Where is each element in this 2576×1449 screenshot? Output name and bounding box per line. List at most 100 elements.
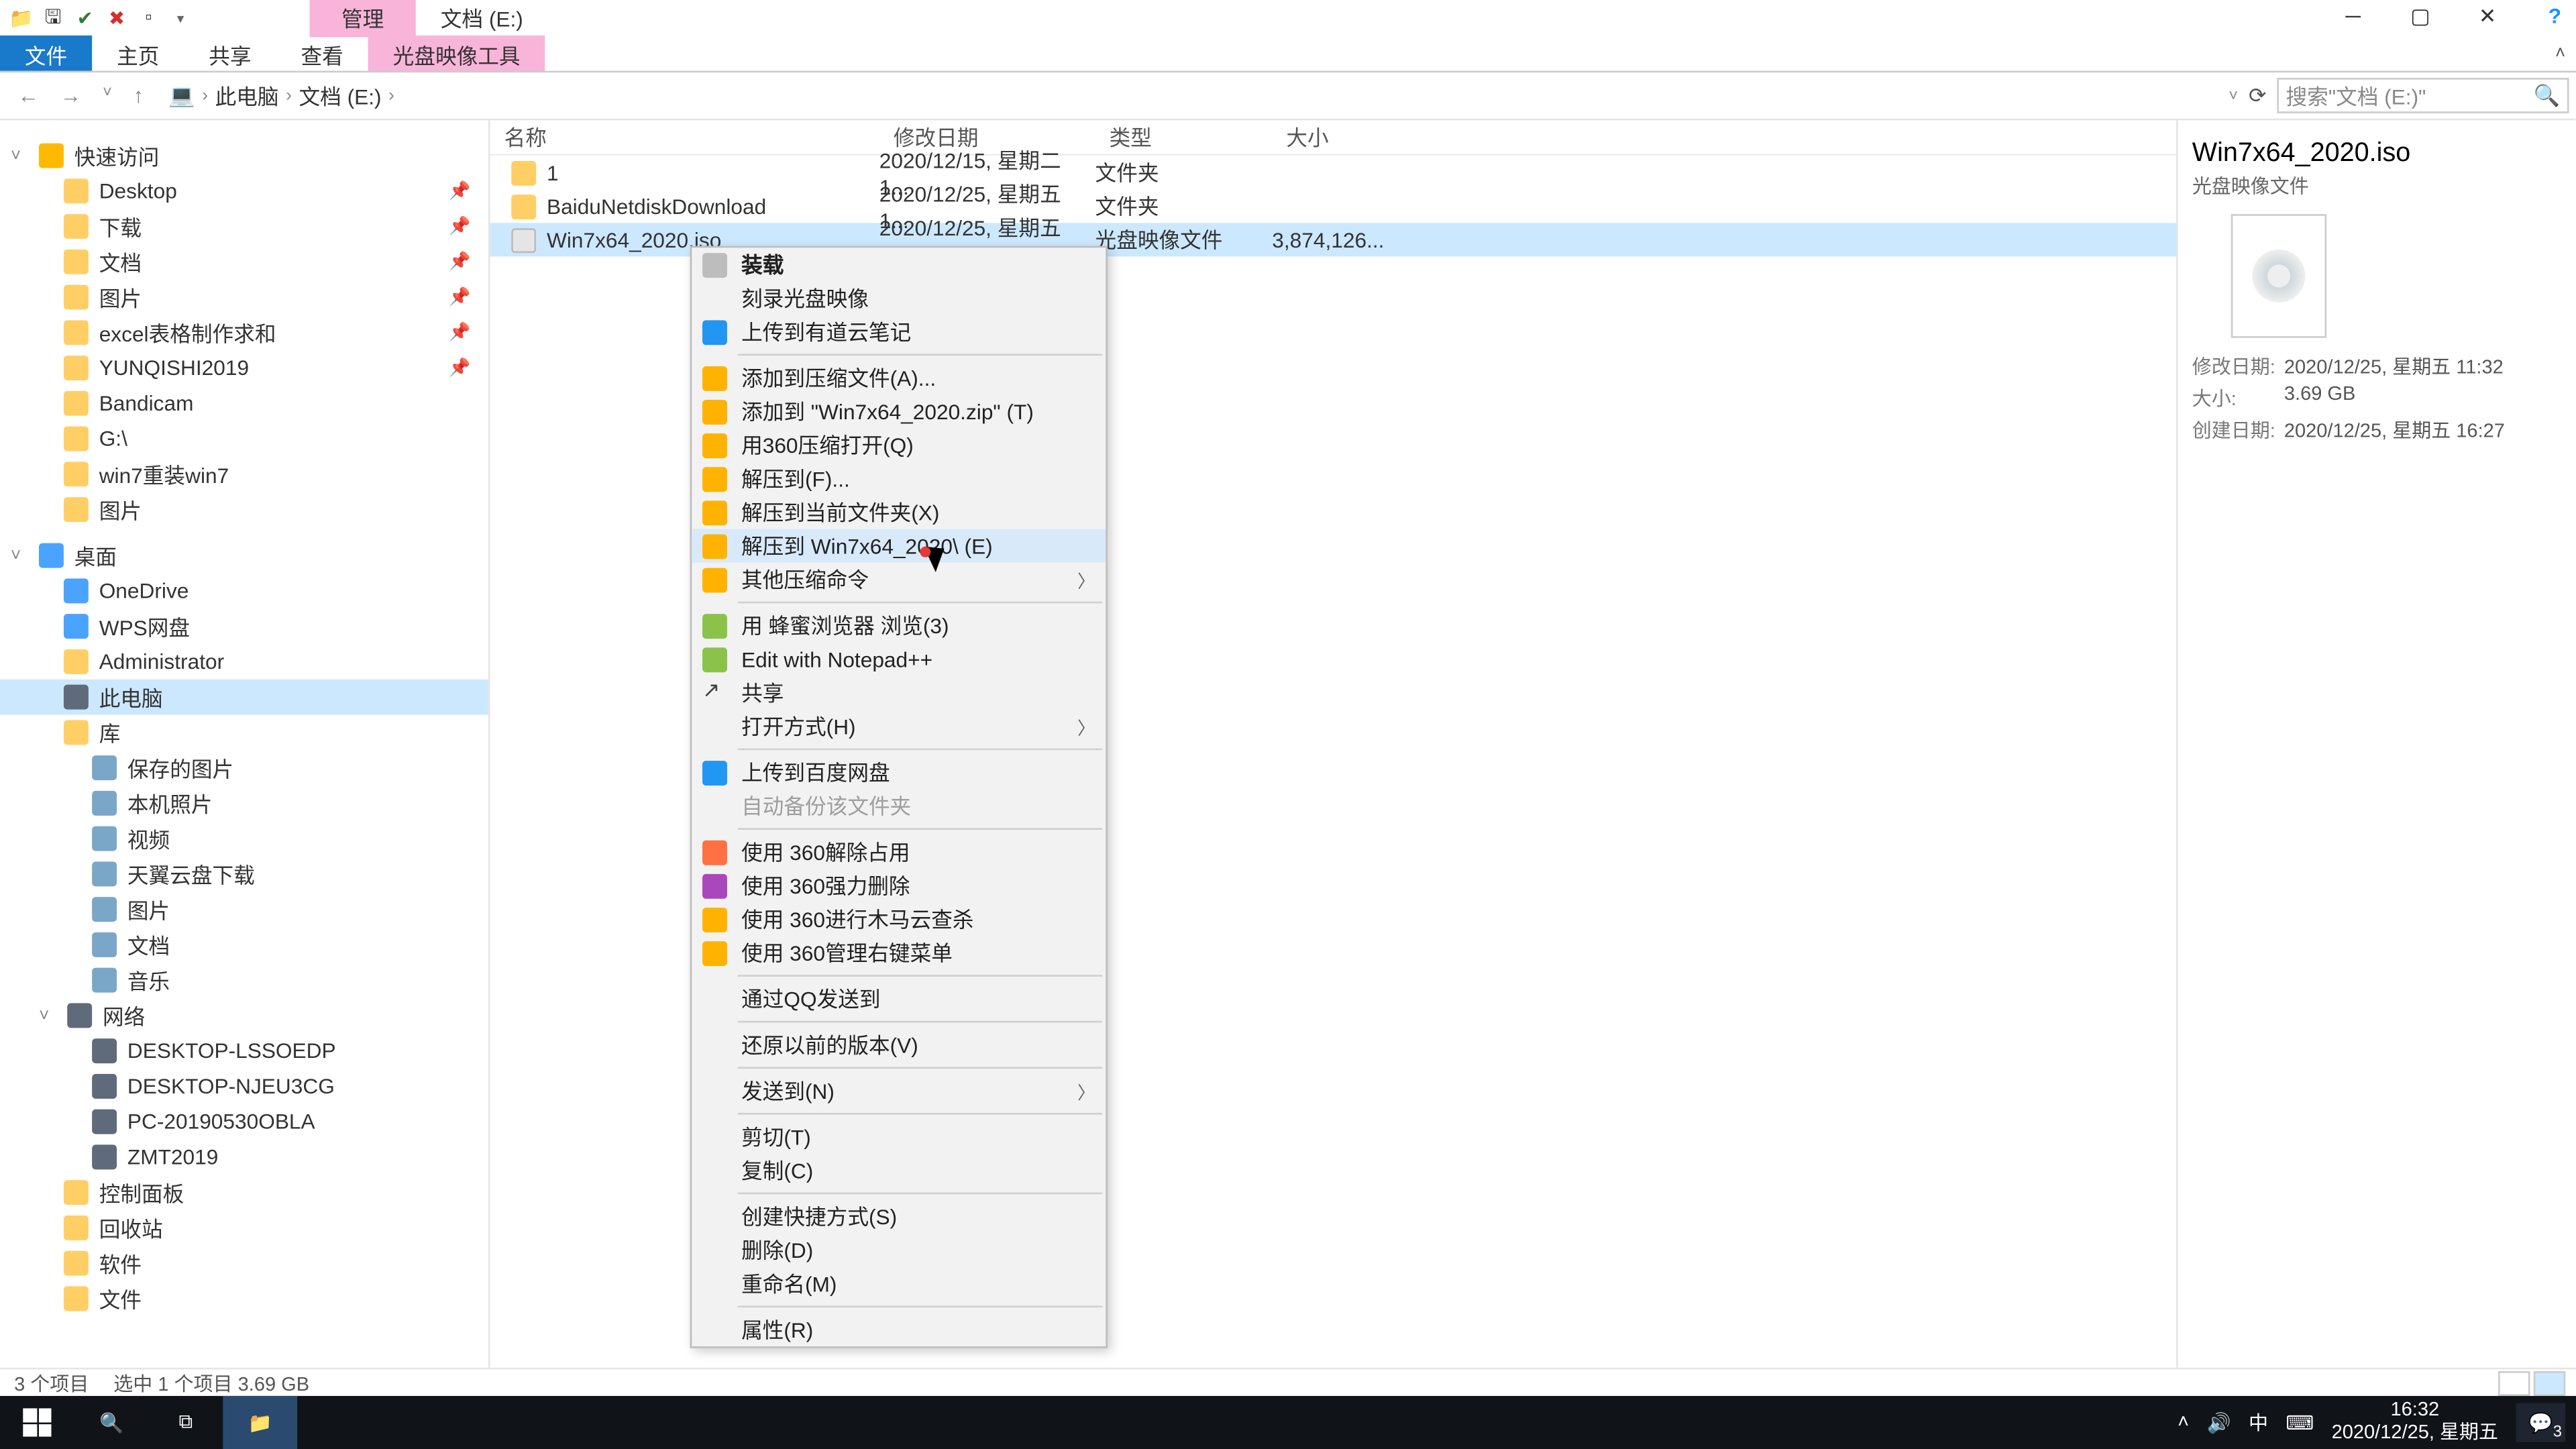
tree-item[interactable]: 文档📌 (0, 244, 488, 280)
tray-overflow-icon[interactable]: ˄ (2178, 1412, 2189, 1434)
address-dropdown-icon[interactable]: ˅ (2229, 87, 2238, 104)
tree-item[interactable]: 文档 (0, 927, 488, 963)
context-menu-item[interactable]: 刻录光盘映像 (692, 281, 1106, 315)
tree-item[interactable]: 回收站 (0, 1210, 488, 1246)
tree-item[interactable]: 保存的图片 (0, 750, 488, 786)
context-menu-item[interactable]: Edit with Notepad++ (692, 642, 1106, 676)
context-menu-item[interactable]: 使用 360强力删除 (692, 869, 1106, 902)
maximize-button[interactable]: ▢ (2403, 3, 2438, 28)
tree-item[interactable]: 库 (0, 715, 488, 751)
tree-item[interactable]: 图片 (0, 892, 488, 927)
tree-item[interactable]: ˅网络 (0, 998, 488, 1033)
ime-icon[interactable]: ⌨ (2286, 1411, 2314, 1434)
context-menu-item[interactable]: 创建快捷方式(S) (692, 1199, 1106, 1233)
search-input[interactable]: 搜索"文档 (E:)" 🔍 (2277, 78, 2569, 113)
close-button[interactable]: ✕ (2470, 3, 2506, 28)
chevron-right-icon[interactable]: › (286, 86, 292, 105)
context-menu-item[interactable]: 复制(C) (692, 1154, 1106, 1187)
context-menu-item[interactable]: 属性(R) (692, 1313, 1106, 1346)
context-menu-item[interactable]: 删除(D) (692, 1233, 1106, 1267)
context-menu-item[interactable]: 共享 (692, 676, 1106, 709)
taskbar-clock[interactable]: 16:32 2020/12/25, 星期五 (2332, 1399, 2498, 1446)
tree-item[interactable]: 文件 (0, 1281, 488, 1316)
tree-item[interactable]: Bandicam (0, 386, 488, 421)
col-type[interactable]: 类型 (1095, 122, 1273, 152)
qat-save-icon[interactable]: 🖫 (39, 3, 67, 32)
context-menu-item[interactable]: 使用 360解除占用 (692, 835, 1106, 869)
context-menu-item[interactable]: 剪切(T) (692, 1120, 1106, 1153)
nav-back-icon[interactable]: ← (17, 83, 39, 108)
context-menu-item[interactable]: 打开方式(H)〉 (692, 710, 1106, 743)
breadcrumb-location[interactable]: 文档 (E:) (299, 80, 382, 111)
col-name[interactable]: 名称 (490, 122, 879, 152)
tree-item[interactable]: 控制面板 (0, 1175, 488, 1210)
context-menu-item[interactable]: 添加到压缩文件(A)... (692, 361, 1106, 394)
taskbar-explorer-button[interactable]: 📁 (223, 1396, 297, 1449)
refresh-icon[interactable]: ⟳ (2249, 83, 2267, 108)
breadcrumb[interactable]: 💻 › 此电脑 › 文档 (E:) › (162, 80, 2229, 111)
context-menu-item[interactable]: 还原以前的版本(V) (692, 1028, 1106, 1061)
help-icon[interactable]: ? (2537, 3, 2573, 28)
breadcrumb-pc[interactable]: 此电脑 (215, 80, 279, 111)
tree-item[interactable]: 图片📌 (0, 280, 488, 315)
tree-item[interactable]: WPS网盘 (0, 608, 488, 644)
ribbon-home-tab[interactable]: 主页 (92, 36, 184, 71)
taskbar-search-button[interactable]: 🔍 (74, 1396, 149, 1449)
tree-item[interactable]: YUNQISHI2019📌 (0, 350, 488, 386)
tree-item[interactable]: ZMT2019 (0, 1139, 488, 1175)
tree-item[interactable]: G:\ (0, 421, 488, 457)
tree-item[interactable]: DESKTOP-NJEU3CG (0, 1069, 488, 1104)
context-menu-item[interactable]: 添加到 "Win7x64_2020.zip" (T) (692, 394, 1106, 428)
context-menu-item[interactable]: 用 蜂蜜浏览器 浏览(3) (692, 608, 1106, 642)
context-menu-item[interactable]: 通过QQ发送到 (692, 982, 1106, 1016)
minimize-button[interactable]: ─ (2335, 3, 2371, 28)
context-menu-item[interactable]: 用360压缩打开(Q) (692, 428, 1106, 462)
col-size[interactable]: 大小 (1272, 122, 1413, 152)
file-row[interactable]: 12020/12/15, 星期二 1...文件夹 (490, 156, 2176, 189)
context-menu-item[interactable]: 解压到 Win7x64_2020\ (E) (692, 529, 1106, 563)
tree-item[interactable]: ˅桌面 (0, 538, 488, 574)
tree-item[interactable]: 此电脑 (0, 680, 488, 715)
start-button[interactable] (0, 1396, 74, 1449)
nav-forward-icon[interactable]: → (60, 83, 82, 108)
qat-new-icon[interactable]: ▫ (134, 3, 162, 32)
action-center-button[interactable]: 💬3 (2516, 1403, 2565, 1442)
tree-item[interactable]: 天翼云盘下载 (0, 857, 488, 892)
tree-item[interactable]: OneDrive (0, 574, 488, 609)
tree-item[interactable]: Administrator (0, 644, 488, 680)
context-menu-item[interactable]: 使用 360进行木马云查杀 (692, 902, 1106, 936)
tree-item[interactable]: win7重装win7 (0, 456, 488, 492)
context-menu-item[interactable]: 解压到当前文件夹(X) (692, 495, 1106, 529)
chevron-right-icon[interactable]: › (202, 86, 208, 105)
context-menu-item[interactable]: 上传到百度网盘 (692, 755, 1106, 789)
context-menu-item[interactable]: 发送到(N)〉 (692, 1074, 1106, 1108)
context-menu-item[interactable]: 上传到有道云笔记 (692, 315, 1106, 348)
search-icon[interactable]: 🔍 (2534, 83, 2560, 108)
tree-item[interactable]: 视频 (0, 821, 488, 857)
volume-icon[interactable]: 🔊 (2206, 1411, 2231, 1434)
ribbon-view-tab[interactable]: 查看 (276, 36, 368, 71)
tree-item[interactable]: 图片 (0, 492, 488, 527)
tree-item[interactable]: excel表格制作求和📌 (0, 315, 488, 350)
view-large-button[interactable] (2534, 1371, 2565, 1395)
tree-item[interactable]: 下载📌 (0, 209, 488, 244)
context-menu-item[interactable]: 其他压缩命令〉 (692, 563, 1106, 596)
taskbar[interactable]: 🔍 ⧉ 📁 ˄ 🔊 中 ⌨ 16:32 2020/12/25, 星期五 💬3 (0, 1396, 2576, 1449)
ribbon-file-tab[interactable]: 文件 (0, 36, 92, 71)
qat-dropdown-icon[interactable]: ▾ (166, 3, 195, 32)
tree-item[interactable]: ˅快速访问 (0, 138, 488, 174)
tree-item[interactable]: DESKTOP-LSSOEDP (0, 1033, 488, 1069)
task-view-button[interactable]: ⧉ (149, 1396, 223, 1449)
qat-check-icon[interactable]: ✔ (70, 3, 99, 32)
context-menu-item[interactable]: 装载 (692, 248, 1106, 281)
nav-up-icon[interactable]: ↑ (133, 83, 144, 108)
tree-item[interactable]: PC-20190530OBLA (0, 1104, 488, 1140)
tree-item[interactable]: Desktop📌 (0, 173, 488, 209)
chevron-right-icon[interactable]: › (388, 86, 394, 105)
ime-indicator[interactable]: 中 (2249, 1408, 2268, 1436)
view-details-button[interactable] (2498, 1371, 2530, 1395)
column-headers[interactable]: 名称 修改日期 类型 大小 (490, 120, 2176, 156)
tree-item[interactable]: 本机照片 (0, 786, 488, 821)
context-menu-item[interactable]: 解压到(F)... (692, 462, 1106, 495)
context-menu-item[interactable]: 使用 360管理右键菜单 (692, 936, 1106, 969)
